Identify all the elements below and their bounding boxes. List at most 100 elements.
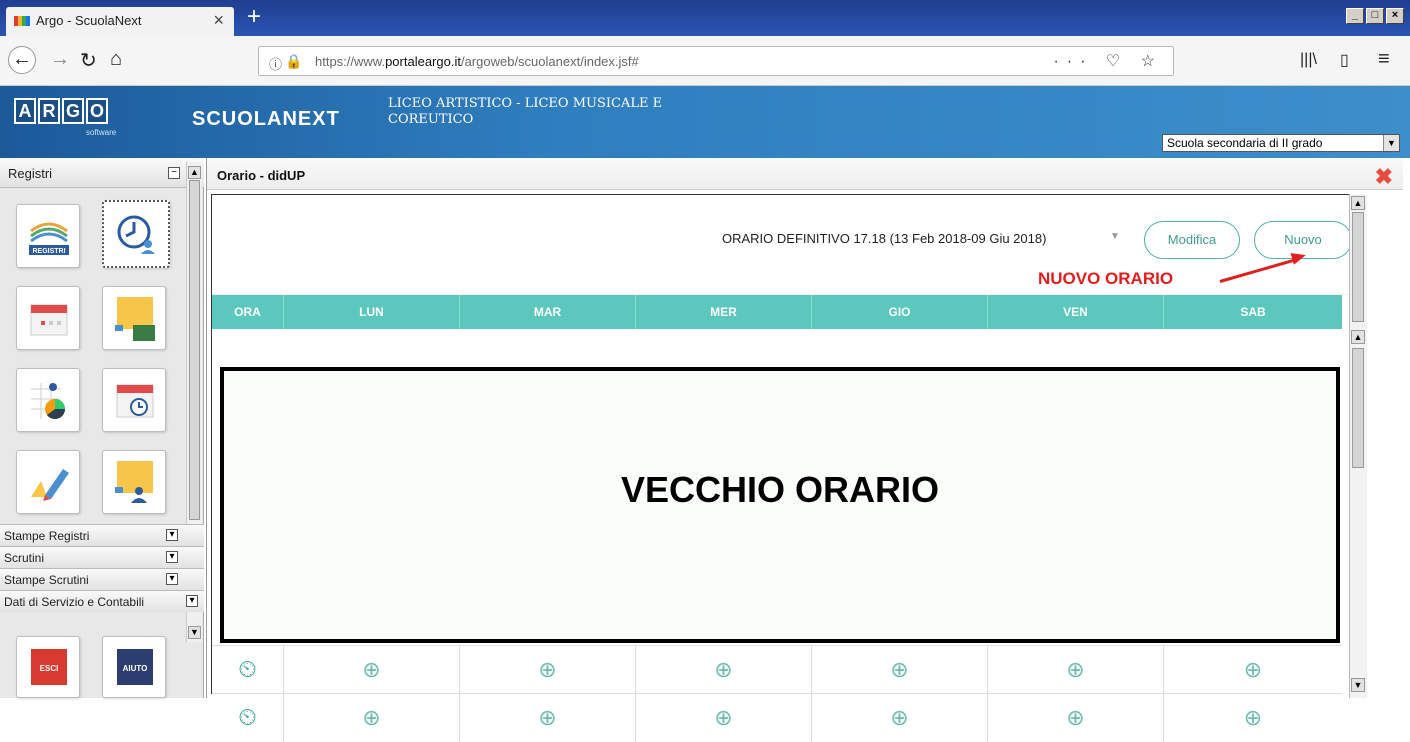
page-actions-icon[interactable]: ··· ♡ ☆: [1053, 51, 1163, 71]
calendar-clock-button[interactable]: [102, 368, 166, 432]
expand-icon[interactable]: ▾: [166, 529, 178, 541]
maximize-button[interactable]: □: [1366, 8, 1384, 24]
col-header-ven: VEN: [988, 295, 1164, 329]
forward-arrow-icon[interactable]: →: [50, 48, 70, 71]
scroll-up-icon[interactable]: ▲: [1351, 330, 1365, 344]
add-slot-icon[interactable]: ⊕: [460, 646, 636, 694]
brand-title: SCUOLANEXT: [192, 108, 340, 130]
add-slot-icon[interactable]: ⊕: [636, 646, 812, 694]
logo-subtitle: software: [86, 128, 117, 137]
add-slot-icon[interactable]: ⊕: [284, 646, 460, 694]
reload-icon[interactable]: ↻: [80, 48, 97, 73]
sidebar-header-registri[interactable]: Registri −: [0, 158, 204, 188]
scroll-thumb[interactable]: [1352, 348, 1364, 468]
add-slot-icon[interactable]: ⊕: [636, 694, 812, 742]
col-header-lun: LUN: [284, 295, 460, 329]
registri-label: REGISTRI: [32, 248, 65, 255]
add-slot-icon[interactable]: ⊕: [284, 694, 460, 742]
browser-navbar: ← → ↻ ⌂ ⓘ 🔒 https://www.portaleargo.it/a…: [0, 36, 1410, 86]
argo-logo: A R G O: [14, 98, 108, 124]
sticky-note-users-icon: [115, 461, 153, 503]
logo-letter: A: [14, 98, 36, 124]
sidebar-section-scrutini[interactable]: Scrutini ▾: [0, 546, 204, 568]
new-tab-button[interactable]: +: [247, 3, 261, 31]
calendar-icon: [30, 304, 68, 336]
close-window-button[interactable]: ×: [1386, 8, 1404, 24]
menu-hamburger-icon[interactable]: ≡: [1378, 48, 1390, 71]
sidebar-section-stampe-registri[interactable]: Stampe Registri ▾: [0, 524, 204, 546]
lock-icon: 🔒: [285, 53, 303, 69]
address-bar[interactable]: ⓘ 🔒 https://www.portaleargo.it/argoweb/s…: [258, 46, 1174, 76]
scroll-up-icon[interactable]: ▲: [188, 166, 201, 179]
url-text: https://www.portaleargo.it/argoweb/scuol…: [315, 54, 639, 69]
aiuto-label: AIUTO: [123, 664, 148, 673]
table-row: ⏲ ⊕ ⊕ ⊕ ⊕ ⊕ ⊕: [212, 645, 1342, 694]
main-panel: Orario - didUP ✖ ORARIO DEFINITIVO 17.18…: [206, 158, 1410, 742]
annotation-vecchio-orario: VECCHIO ORARIO: [620, 469, 940, 510]
esci-button[interactable]: ESCI: [16, 636, 80, 698]
library-icon[interactable]: |||\: [1300, 51, 1317, 69]
scroll-thumb[interactable]: [189, 180, 200, 520]
scroll-down-icon[interactable]: ▼: [1351, 678, 1365, 692]
hour-clock-icon[interactable]: ⏲: [212, 646, 284, 694]
add-slot-icon[interactable]: ⊕: [988, 646, 1164, 694]
school-name: LICEO ARTISTICO - LICEO MUSICALE E COREU…: [388, 96, 663, 127]
sidebar: Registri − ▲ ▼ REGISTRI Stampe Registri …: [0, 158, 204, 698]
schedule-select[interactable]: ORARIO DEFINITIVO 17.18 (13 Feb 2018-09 …: [722, 231, 1046, 246]
stats-button[interactable]: [16, 368, 80, 432]
expand-icon[interactable]: ▾: [166, 573, 178, 585]
add-slot-icon[interactable]: ⊕: [988, 694, 1164, 742]
add-slot-icon[interactable]: ⊕: [1164, 646, 1342, 694]
back-arrow-icon[interactable]: ←: [8, 46, 36, 74]
browser-tab[interactable]: Argo - ScuolaNext ×: [6, 7, 234, 36]
sidebar-toggle-icon[interactable]: ▯: [1340, 50, 1349, 70]
scroll-down-icon[interactable]: ▼: [188, 626, 201, 639]
chevron-down-icon[interactable]: ▼: [1110, 231, 1120, 242]
calendar-clock-icon: [116, 384, 154, 418]
sidebar-section-label: Dati di Servizio e Contabili: [4, 595, 145, 609]
close-panel-icon[interactable]: ✖: [1375, 164, 1393, 190]
logo-letter: O: [86, 98, 108, 124]
hour-clock-icon[interactable]: ⏲: [212, 694, 284, 742]
schedule-header-row: ORA LUN MAR MER GIO VEN SAB: [212, 295, 1342, 329]
home-icon[interactable]: ⌂: [110, 48, 122, 71]
tab-close-icon[interactable]: ×: [213, 10, 224, 31]
old-schedule-box: VECCHIO ORARIO: [220, 367, 1340, 643]
tab-title: Argo - ScuolaNext: [36, 13, 142, 28]
sidebar-section-label: Scrutini: [4, 551, 45, 565]
aiuto-button[interactable]: AIUTO: [102, 636, 166, 698]
col-header-ora: ORA: [212, 295, 284, 329]
pencil-warning-icon: [31, 469, 69, 501]
scroll-thumb[interactable]: [1352, 212, 1364, 322]
schedule-toolbar: ORARIO DEFINITIVO 17.18 (13 Feb 2018-09 …: [212, 195, 1366, 295]
sidebar-section-dati-servizio[interactable]: Dati di Servizio e Contabili ▾: [0, 590, 204, 612]
notes-board-button[interactable]: [102, 286, 166, 350]
browser-titlebar: Argo - ScuolaNext × + _ □ ×: [0, 0, 1410, 36]
clock-user-icon: [117, 215, 155, 254]
sidebar-section-stampe-scrutini[interactable]: Stampe Scrutini ▾: [0, 568, 204, 590]
sidebar-section-label: Stampe Scrutini: [4, 573, 89, 587]
add-slot-icon[interactable]: ⊕: [460, 694, 636, 742]
orario-button[interactable]: [102, 200, 170, 268]
pie-user-icon: [31, 383, 65, 419]
chevron-down-icon[interactable]: ▼: [1383, 135, 1399, 151]
add-slot-icon[interactable]: ⊕: [1164, 694, 1342, 742]
annotation-arrowhead: [1290, 249, 1308, 265]
add-slot-icon[interactable]: ⊕: [812, 694, 988, 742]
registri-button[interactable]: REGISTRI: [16, 204, 80, 268]
collapse-icon[interactable]: −: [168, 167, 180, 179]
schedule-content: ORARIO DEFINITIVO 17.18 (13 Feb 2018-09 …: [211, 194, 1367, 742]
notes-users-button[interactable]: [102, 450, 166, 514]
modifica-button[interactable]: Modifica: [1144, 221, 1240, 259]
edit-button[interactable]: [16, 450, 80, 514]
expand-icon[interactable]: ▾: [166, 551, 178, 563]
calendar-button[interactable]: [16, 286, 80, 350]
add-slot-icon[interactable]: ⊕: [812, 646, 988, 694]
window-controls: _ □ ×: [1346, 8, 1404, 24]
info-icon[interactable]: ⓘ: [269, 54, 282, 73]
minimize-button[interactable]: _: [1346, 8, 1364, 24]
expand-icon[interactable]: ▾: [186, 595, 198, 607]
main-scrollbar[interactable]: ▲ ▲ ▼: [1349, 194, 1367, 698]
scroll-up-icon[interactable]: ▲: [1351, 196, 1365, 210]
grade-select[interactable]: Scuola secondaria di II grado ▼: [1162, 134, 1400, 152]
